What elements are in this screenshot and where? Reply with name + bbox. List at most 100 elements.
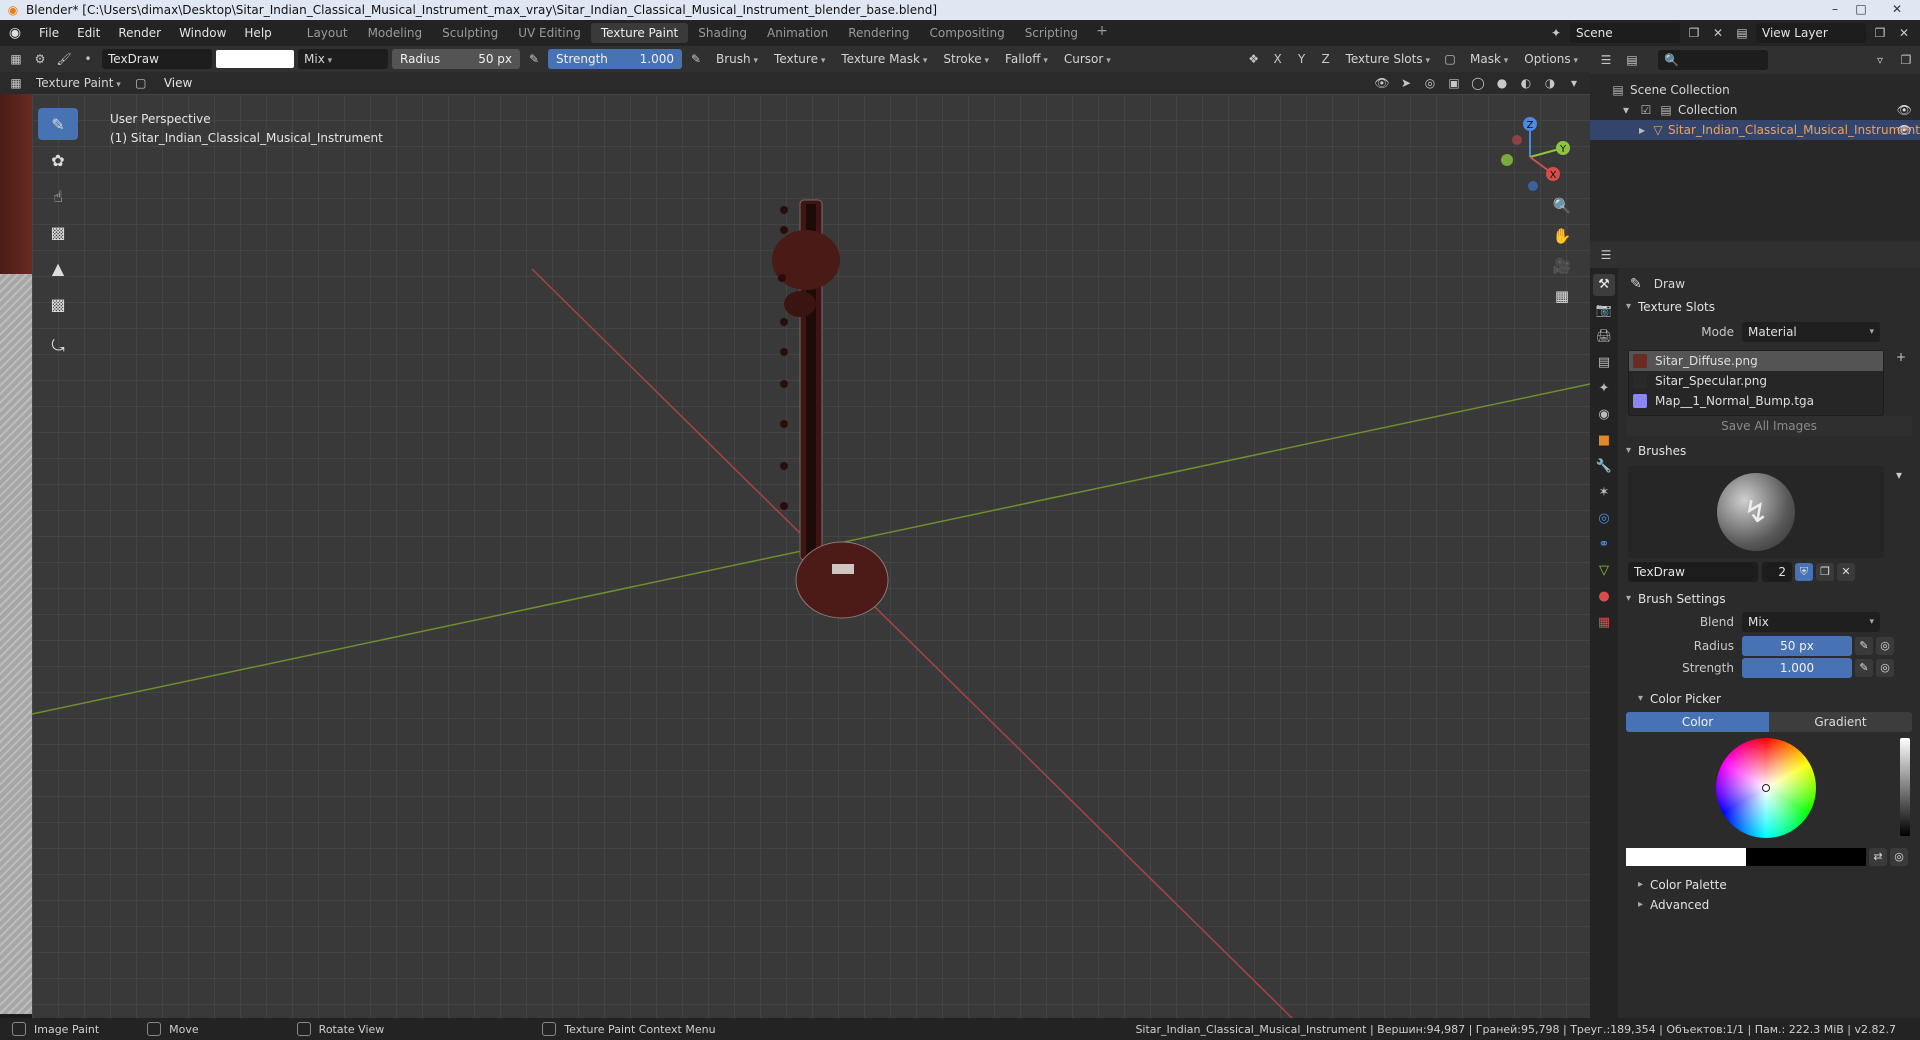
overlays-icon[interactable]: ◎ <box>1420 73 1440 93</box>
texture-slot-item[interactable]: Sitar_Diffuse.png <box>1629 351 1883 371</box>
color-palette-panel-header[interactable]: Color Palette <box>1634 874 1920 896</box>
texture-tab-icon[interactable]: ▦ <box>1593 612 1615 634</box>
delete-scene-icon[interactable]: ✕ <box>1708 23 1728 43</box>
view-layer-icon[interactable]: ▤ <box>1732 23 1752 43</box>
object-tab-icon[interactable]: ■ <box>1593 430 1615 452</box>
mode-dropdown[interactable]: Material <box>1742 322 1880 342</box>
view-layer-field[interactable]: View Layer <box>1756 23 1866 43</box>
properties-editor-icon[interactable]: ☰ <box>1596 245 1616 265</box>
cursor-menu[interactable]: Cursor <box>1058 49 1117 69</box>
stroke-menu[interactable]: Stroke <box>937 49 995 69</box>
new-scene-icon[interactable]: ❐ <box>1684 23 1704 43</box>
blend-dropdown[interactable]: Mix <box>298 49 388 69</box>
brush-menu[interactable]: Brush <box>710 49 764 69</box>
soften-tool-icon[interactable]: ✿ <box>38 144 78 176</box>
brush-color-swatch[interactable] <box>216 50 294 68</box>
axis-y-toggle[interactable]: Y <box>1292 49 1312 69</box>
menu-render[interactable]: Render <box>109 20 170 46</box>
brush-menu-chevron-icon[interactable]: ▾ <box>1896 468 1902 482</box>
zoom-icon[interactable]: 🔍 <box>1548 192 1576 220</box>
primary-color-swatch[interactable] <box>1626 848 1746 866</box>
new-collection-icon[interactable]: ❐ <box>1896 50 1916 70</box>
tool-settings-icon[interactable]: ⚙ <box>30 49 50 69</box>
shading-options-icon[interactable]: ▾ <box>1564 73 1584 93</box>
mode-dropdown[interactable]: Texture Paint <box>30 73 127 93</box>
editor-type-icon[interactable]: ▦ <box>6 49 26 69</box>
tab-layout[interactable]: Layout <box>297 23 358 43</box>
camera-view-icon[interactable]: 🎥 <box>1548 252 1576 280</box>
outliner-row-scene-collection[interactable]: ▤ Scene Collection <box>1590 80 1920 100</box>
duplicate-brush-icon[interactable]: ❐ <box>1816 563 1834 581</box>
tab-shading[interactable]: Shading <box>688 23 757 43</box>
gizmo-neg-x-icon[interactable] <box>1512 135 1522 145</box>
strength-pressure-icon[interactable]: ✎ <box>1855 659 1873 677</box>
color-wheel[interactable] <box>1716 738 1816 838</box>
solid-shading-icon[interactable]: ● <box>1492 73 1512 93</box>
outliner-search-input[interactable]: 🔍 <box>1658 50 1768 70</box>
gizmo-neg-z-icon[interactable] <box>1528 181 1538 191</box>
value-slider[interactable] <box>1900 738 1910 836</box>
strength-pressure-icon[interactable]: ✎ <box>686 49 706 69</box>
material-tab-icon[interactable]: ● <box>1593 586 1615 608</box>
brush-settings-panel-header[interactable]: Brush Settings <box>1622 588 1918 610</box>
output-tab-icon[interactable]: 🖨 <box>1593 326 1615 348</box>
ortho-grid-icon[interactable]: ▦ <box>1548 282 1576 310</box>
texture-mask-menu[interactable]: Texture Mask <box>835 49 933 69</box>
fake-user-icon[interactable]: ⛨ <box>1795 563 1813 581</box>
brush-name-field[interactable]: TexDraw <box>102 49 212 69</box>
axis-z-toggle[interactable]: Z <box>1316 49 1336 69</box>
add-workspace-icon[interactable]: + <box>1088 23 1116 43</box>
constraints-tab-icon[interactable]: ⚭ <box>1593 534 1615 556</box>
view-menu[interactable]: View <box>155 72 201 94</box>
delete-view-layer-icon[interactable]: ✕ <box>1894 23 1914 43</box>
blend-dropdown[interactable]: Mix <box>1742 612 1880 632</box>
3d-viewport[interactable]: User Perspective (1) Sitar_Indian_Classi… <box>32 94 1590 1018</box>
collection-checkbox-icon[interactable]: ☑ <box>1638 103 1654 117</box>
mask-checkbox[interactable]: ▢ <box>1440 49 1460 69</box>
data-tab-icon[interactable]: ▽ <box>1593 560 1615 582</box>
world-tab-icon[interactable]: ◉ <box>1593 404 1615 426</box>
color-pressure-icon[interactable]: ◎ <box>1890 848 1908 866</box>
tab-rendering[interactable]: Rendering <box>838 23 919 43</box>
tab-texture-paint[interactable]: Texture Paint <box>590 23 689 43</box>
menu-file[interactable]: File <box>30 20 68 46</box>
expand-chevron-icon[interactable]: ▾ <box>1618 103 1634 117</box>
falloff-menu[interactable]: Falloff <box>999 49 1054 69</box>
scene-name-field[interactable]: Scene <box>1570 23 1680 43</box>
filter-icon[interactable]: ▿ <box>1870 50 1890 70</box>
color-picker-panel-header[interactable]: Color Picker <box>1634 688 1920 710</box>
sitar-model[interactable] <box>772 199 889 619</box>
new-view-layer-icon[interactable]: ❐ <box>1870 23 1890 43</box>
clone-tool-icon[interactable]: ▩ <box>38 216 78 248</box>
expand-chevron-icon[interactable]: ▸ <box>1636 123 1648 137</box>
swap-colors-icon[interactable]: ⇄ <box>1869 848 1887 866</box>
options-menu[interactable]: Options <box>1518 49 1584 69</box>
tab-uv-editing[interactable]: UV Editing <box>508 23 591 43</box>
xray-icon[interactable]: ▣ <box>1444 73 1464 93</box>
mask-tool-icon[interactable]: ▩ <box>38 288 78 320</box>
menu-edit[interactable]: Edit <box>68 20 109 46</box>
symmetry-icon[interactable]: ❖ <box>1244 49 1264 69</box>
close-icon[interactable]: ✕ <box>1874 0 1920 20</box>
advanced-panel-header[interactable]: Advanced <box>1634 894 1920 916</box>
brushes-panel-header[interactable]: Brushes <box>1622 440 1918 462</box>
mask-mode-icon[interactable]: ▢ <box>131 73 151 93</box>
radius-slider[interactable]: Radius 50 px <box>392 49 520 69</box>
texture-slot-item[interactable]: Map__1_Normal_Bump.tga <box>1629 391 1883 411</box>
brush-icon[interactable]: 🖌 <box>54 49 74 69</box>
physics-tab-icon[interactable]: ◎ <box>1593 508 1615 530</box>
add-slot-icon[interactable]: + <box>1896 350 1906 364</box>
secondary-color-swatch[interactable] <box>1746 848 1866 866</box>
gizmo-neg-y-icon[interactable] <box>1501 154 1513 166</box>
fill-tool-icon[interactable]: ▲ <box>38 252 78 284</box>
gizmo-toggle-icon[interactable]: ➤ <box>1396 73 1416 93</box>
tab-sculpting[interactable]: Sculpting <box>432 23 508 43</box>
render-tab-icon[interactable]: 📷 <box>1593 300 1615 322</box>
draw-tool-icon[interactable]: ✎ <box>38 108 78 140</box>
outliner-row-collection[interactable]: ▾ ☑ ▤ Collection 👁 <box>1590 100 1920 120</box>
texture-menu[interactable]: Texture <box>768 49 831 69</box>
radius-pressure-icon[interactable]: ✎ <box>1855 637 1873 655</box>
brush-name-field[interactable]: TexDraw <box>1628 562 1758 582</box>
collection-eye-icon[interactable]: 👁 <box>1897 103 1912 117</box>
tab-animation[interactable]: Animation <box>757 23 838 43</box>
